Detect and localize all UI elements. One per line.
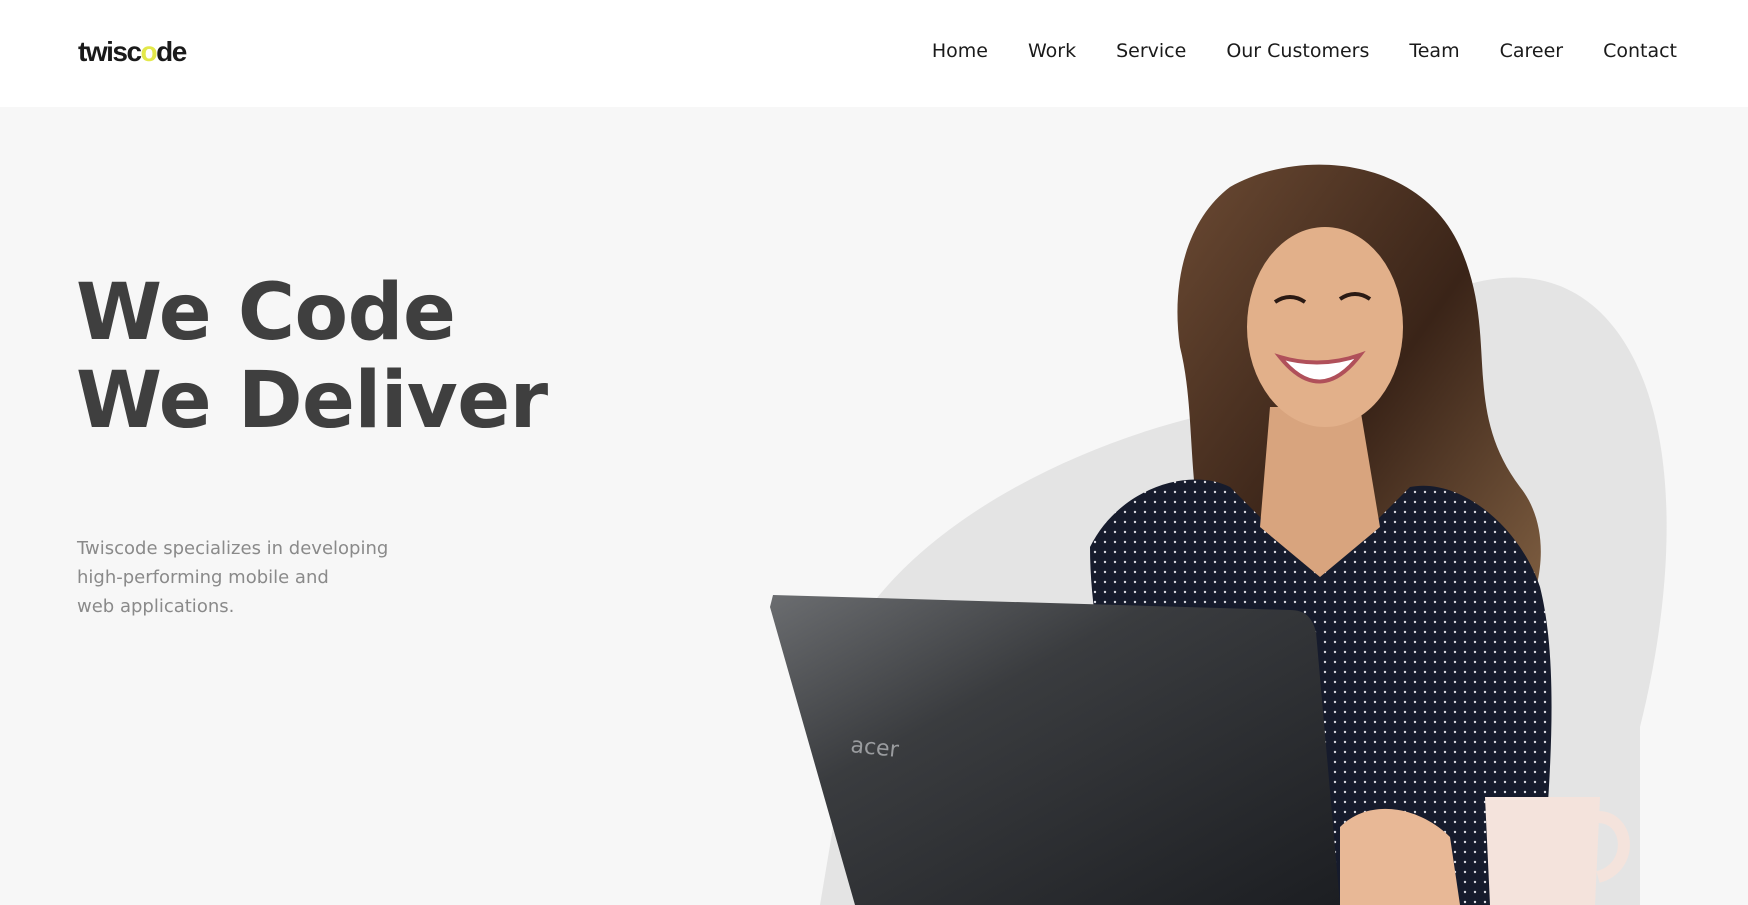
site-header: twiscode Home Work Service Our Customers… [0, 0, 1748, 107]
tagline-line-3: web applications. [77, 596, 235, 617]
face-shape [1247, 227, 1403, 427]
twiscode-logo[interactable]: twiscode [78, 36, 187, 68]
hero-illustration: acer [770, 164, 1667, 905]
nav-item-home[interactable]: Home [932, 40, 988, 62]
headline-line-2: We Deliver [76, 356, 548, 446]
nav-item-our-customers[interactable]: Our Customers [1226, 40, 1369, 62]
laptop-brand-label: acer [849, 733, 900, 763]
nav-item-team[interactable]: Team [1409, 40, 1459, 62]
tagline-line-1: Twiscode specializes in developing [77, 538, 389, 559]
headline-line-1: We Code [76, 268, 456, 358]
nav-item-work[interactable]: Work [1028, 40, 1076, 62]
mug-shape [1485, 797, 1600, 905]
main-nav: Home Work Service Our Customers Team Car… [892, 40, 1677, 62]
hero-headline: We Code We Deliver [76, 269, 548, 445]
hero-tagline: Twiscode specializes in developing high-… [77, 534, 437, 621]
nav-item-contact[interactable]: Contact [1603, 40, 1677, 62]
nav-item-career[interactable]: Career [1500, 40, 1564, 62]
logo-text-accent: o [140, 36, 158, 67]
tagline-line-2: high-performing mobile and [77, 567, 329, 588]
logo-text-start: twisc [78, 36, 142, 67]
logo-text-end: de [156, 36, 187, 67]
nav-item-service[interactable]: Service [1116, 40, 1186, 62]
